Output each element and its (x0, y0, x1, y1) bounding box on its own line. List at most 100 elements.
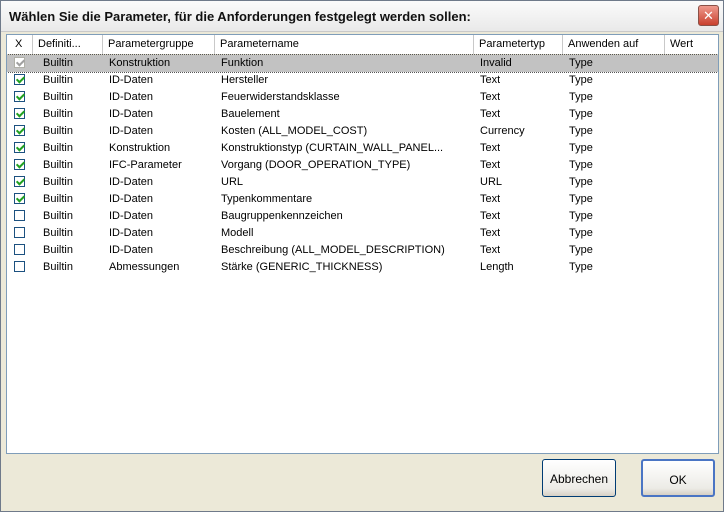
cell-type: Text (480, 108, 501, 120)
cell-type: Text (480, 159, 501, 171)
table-row[interactable]: Builtin ID-Daten Bauelement Text Type (7, 106, 718, 123)
cell-name: URL (221, 176, 244, 188)
cell-group: ID-Daten (109, 91, 154, 103)
column-header-name[interactable]: Parametername (215, 35, 474, 54)
table-row[interactable]: Builtin Konstruktion Funktion Invalid Type (7, 54, 718, 73)
cell-apply: Type (569, 125, 593, 137)
cell-definition: Builtin (43, 244, 73, 256)
cell-type: Invalid (480, 57, 512, 69)
table-row[interactable]: Builtin Konstruktion Konstruktionstyp (CUR… (7, 140, 718, 157)
cell-definition: Builtin (43, 57, 73, 69)
cell-type: Text (480, 193, 501, 205)
cell-name: Modell (221, 227, 254, 239)
table-row[interactable]: Builtin ID-Daten Baugruppenkennzeichen Text… (7, 208, 718, 225)
cell-group: ID-Daten (109, 125, 154, 137)
cell-group: ID-Daten (109, 227, 154, 239)
cell-definition: Builtin (43, 176, 73, 188)
cell-name: Stärke (GENERIC_THICKNESS) (221, 261, 383, 273)
row-checkbox[interactable] (14, 125, 25, 136)
cell-type: URL (480, 176, 503, 188)
cell-group: Konstruktion (109, 142, 171, 154)
cell-definition: Builtin (43, 91, 73, 103)
cell-name: Funktion (221, 57, 264, 69)
cell-definition: Builtin (43, 227, 73, 239)
cell-type: Text (480, 244, 501, 256)
cell-apply: Type (569, 91, 593, 103)
row-checkbox[interactable] (14, 244, 25, 255)
title-bar: Wählen Sie die Parameter, für die Anford… (1, 1, 723, 32)
cell-name: Vorgang (DOOR_OPERATION_TYPE) (221, 159, 411, 171)
column-header-group[interactable]: Parametergruppe (103, 35, 215, 54)
table-row[interactable]: Builtin ID-Daten Hersteller Text Type (7, 72, 718, 89)
cell-apply: Type (569, 210, 593, 222)
cancel-button[interactable]: Abbrechen (542, 459, 616, 497)
table-row[interactable]: Builtin ID-Daten URL URL Type (7, 174, 718, 191)
row-checkbox[interactable] (14, 193, 25, 204)
cell-group: IFC-Parameter (109, 159, 182, 171)
cell-definition: Builtin (43, 193, 73, 205)
cell-group: ID-Daten (109, 244, 154, 256)
cell-definition: Builtin (43, 210, 73, 222)
table-row[interactable]: Builtin ID-Daten Kosten (ALL_MODEL_COST) Cu… (7, 123, 718, 140)
table-row[interactable]: Builtin IFC-Parameter Vorgang (DOOR_OPERAT… (7, 157, 718, 174)
cell-type: Text (480, 74, 501, 86)
cell-type: Text (480, 91, 501, 103)
cell-apply: Type (569, 142, 593, 154)
dialog-title: Wählen Sie die Parameter, für die Anford… (9, 9, 471, 24)
column-header-definition[interactable]: Definiti... (33, 35, 103, 54)
parameter-dialog: Wählen Sie die Parameter, für die Anford… (0, 0, 724, 512)
cell-definition: Builtin (43, 125, 73, 137)
cell-group: ID-Daten (109, 74, 154, 86)
table-row[interactable]: Builtin ID-Daten Beschreibung (ALL_MODEL_D… (7, 242, 718, 259)
table-row[interactable]: Builtin ID-Daten Feuerwiderstandsklasse Tex… (7, 89, 718, 106)
cell-type: Text (480, 227, 501, 239)
row-checkbox[interactable] (14, 210, 25, 221)
cell-apply: Type (569, 176, 593, 188)
cell-apply: Type (569, 74, 593, 86)
close-icon[interactable]: ✕ (698, 5, 719, 26)
row-checkbox[interactable] (14, 142, 25, 153)
row-checkbox[interactable] (14, 261, 25, 272)
cell-name: Bauelement (221, 108, 280, 120)
column-header-check[interactable]: X (7, 35, 33, 54)
row-checkbox[interactable] (14, 108, 25, 119)
column-header-apply[interactable]: Anwenden auf (563, 35, 665, 54)
cell-type: Text (480, 142, 501, 154)
grid-header: X Definiti... Parametergruppe Parametern… (7, 35, 718, 55)
row-checkbox[interactable] (14, 159, 25, 170)
cell-group: ID-Daten (109, 210, 154, 222)
cell-apply: Type (569, 159, 593, 171)
cell-name: Konstruktionstyp (CURTAIN_WALL_PANEL... (221, 142, 444, 154)
column-header-type[interactable]: Parametertyp (474, 35, 563, 54)
cell-name: Kosten (ALL_MODEL_COST) (221, 125, 368, 137)
row-checkbox (14, 57, 25, 68)
cell-definition: Builtin (43, 108, 73, 120)
row-checkbox[interactable] (14, 176, 25, 187)
cell-definition: Builtin (43, 142, 73, 154)
row-checkbox[interactable] (14, 74, 25, 85)
cell-apply: Type (569, 57, 593, 69)
row-checkbox[interactable] (14, 227, 25, 238)
parameter-grid: X Definiti... Parametergruppe Parametern… (6, 34, 719, 454)
cell-group: ID-Daten (109, 108, 154, 120)
cell-apply: Type (569, 244, 593, 256)
cell-group: ID-Daten (109, 193, 154, 205)
cell-apply: Type (569, 193, 593, 205)
ok-button[interactable]: OK (641, 459, 715, 497)
cell-name: Beschreibung (ALL_MODEL_DESCRIPTION) (221, 244, 445, 256)
cell-definition: Builtin (43, 159, 73, 171)
table-row[interactable]: Builtin Abmessungen Stärke (GENERIC_THICKN… (7, 259, 718, 276)
table-row[interactable]: Builtin ID-Daten Typenkommentare Text Type (7, 191, 718, 208)
cell-group: Abmessungen (109, 261, 180, 273)
cell-name: Feuerwiderstandsklasse (221, 91, 340, 103)
table-row[interactable]: Builtin ID-Daten Modell Text Type (7, 225, 718, 242)
cell-type: Text (480, 210, 501, 222)
cell-type: Currency (480, 125, 525, 137)
cell-apply: Type (569, 227, 593, 239)
cell-group: ID-Daten (109, 176, 154, 188)
cell-name: Typenkommentare (221, 193, 313, 205)
cell-type: Length (480, 261, 514, 273)
column-header-value[interactable]: Wert (665, 35, 718, 54)
cell-name: Hersteller (221, 74, 269, 86)
row-checkbox[interactable] (14, 91, 25, 102)
